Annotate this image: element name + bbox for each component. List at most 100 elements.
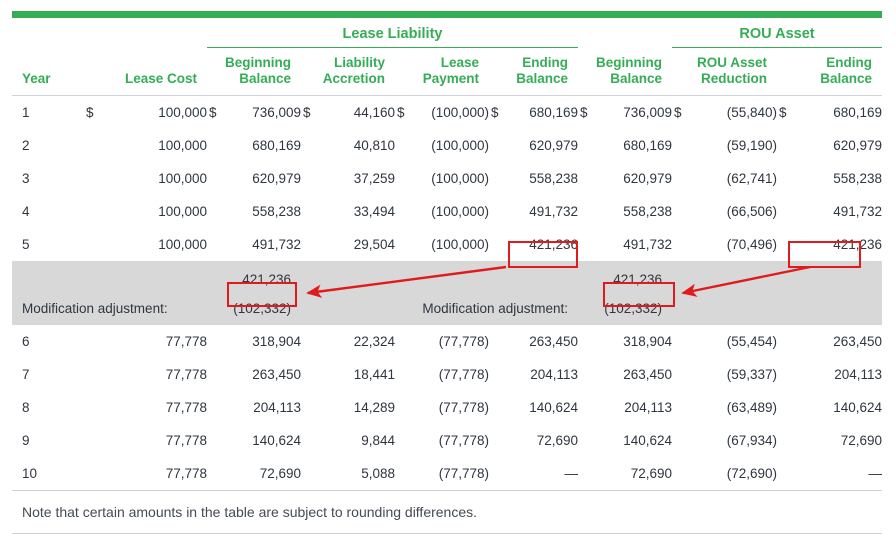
lease-schedule-table: Lease Liability ROU Asset Year Lease Cos… — [12, 20, 882, 534]
col-header-lease-cost-line1: Lease Cost — [124, 70, 197, 86]
cell-lease-payment: (100,000) — [431, 236, 489, 252]
currency-symbol: $ — [397, 104, 405, 120]
col-header-roueb-line2: Balance — [820, 70, 872, 86]
cell-lease-payment: (100,000) — [431, 137, 489, 153]
cell-rou-beginning-balance: 140,624 — [623, 432, 672, 448]
cell-rou-asset-reduction: (55,454) — [726, 333, 777, 349]
cell-rou-ending-balance: — — [777, 456, 882, 491]
cell-liability-accretion: 29,504 — [353, 236, 395, 252]
cell-liability-accretion: 14,289 — [353, 399, 395, 415]
cell-rou-ending-balance: 421,236 — [833, 236, 882, 252]
col-header-roueb-line1: Ending — [826, 55, 872, 70]
cell-ll-ending-balance: $680,169 — [491, 104, 578, 120]
cell-rou-beginning-balance: 491,732 — [623, 236, 672, 252]
cell-liability-accretion: 33,494 — [353, 203, 395, 219]
cell-lease-payment: (100,000) — [431, 203, 489, 219]
col-header-year: Year — [12, 47, 84, 96]
col-header-rou-asset-reduction: ROU Asset Reduction — [672, 47, 777, 96]
cell-year: 8 — [22, 399, 30, 415]
top-green-rule — [12, 11, 882, 18]
cell-ll-ending-balance: 263,450 — [529, 333, 578, 349]
cell-rou-asset-reduction: (63,489) — [726, 399, 777, 415]
cell-year: 1 — [22, 104, 30, 120]
currency-symbol: $ — [491, 104, 499, 120]
cell-lease-payment: (77,778) — [438, 432, 489, 448]
cell-ll-beginning-balance: 620,979 — [252, 170, 301, 186]
cell-year: 10 — [12, 456, 84, 491]
table-row: 5 100,000 491,732 29,504 (100,000) 421,2… — [12, 228, 882, 261]
cell-rou-asset-reduction: (67,934) — [726, 432, 777, 448]
footnote-text: Note that certain amounts in the table a… — [12, 489, 882, 534]
col-header-rou-beginning-balance: Beginning Balance — [578, 47, 672, 96]
cell-ll-beginning-balance: 140,624 — [252, 432, 301, 448]
table-body: 1 $100,000 $736,009 $44,160 $ (100,000) $… — [12, 95, 882, 534]
cell-rou-ending-balance: $680,169 — [779, 104, 882, 120]
group-header-row: Lease Liability ROU Asset — [12, 20, 882, 48]
cell-liability-accretion: 5,088 — [301, 456, 395, 491]
currency-symbol: $ — [86, 104, 94, 120]
mod-liability-adjust: (102,332) — [233, 300, 291, 316]
cell-liability-accretion: 22,324 — [353, 333, 395, 349]
cell-rou-beginning-balance: 204,113 — [624, 399, 672, 415]
cell-liability-accretion: 9,844 — [361, 432, 395, 448]
cell-year: 7 — [22, 366, 30, 382]
cell-rou-asset-reduction: (62,741) — [726, 170, 777, 186]
cell-ll-beginning-balance: 72,690 — [207, 456, 301, 491]
currency-symbol: $ — [209, 104, 217, 120]
group-header-rou-asset: ROU Asset — [672, 20, 882, 48]
cell-liability-accretion: $44,160 — [303, 104, 395, 120]
group-header-gap — [578, 20, 672, 48]
cell-ll-beginning-balance: 204,113 — [253, 399, 301, 415]
cell-rou-asset-reduction: (72,690) — [672, 456, 777, 491]
cell-year: 2 — [22, 137, 30, 153]
col-header-lease-cost: Lease Cost — [84, 47, 207, 96]
group-header-spacer — [12, 20, 207, 48]
col-header-llp-line2: Payment — [422, 70, 479, 86]
col-header-lleb-line2: Balance — [516, 70, 568, 86]
cell-ll-ending-balance: 72,690 — [536, 432, 578, 448]
mod-liability-label-cell: Modification adjustment: — [12, 260, 207, 325]
cell-rou-asset-reduction: $ (55,840) — [674, 104, 777, 120]
col-header-roubb-line2: Balance — [610, 70, 662, 86]
table-row: 10 77,778 72,690 5,088 (77,778) — 72,690… — [12, 456, 882, 491]
col-header-rour-line2: Reduction — [701, 70, 767, 86]
cell-rou-ending-balance: 558,238 — [833, 170, 882, 186]
cell-liability-accretion: 40,810 — [353, 137, 395, 153]
mod-rou-carry: 421,236 — [613, 271, 662, 287]
col-header-llp-line1: Lease — [440, 55, 479, 70]
cell-rou-ending-balance: 204,113 — [834, 366, 882, 382]
cell-rou-beginning-balance: 318,904 — [623, 333, 672, 349]
col-header-lla-line1: Liability — [333, 55, 385, 70]
mod-trailing-cell — [672, 260, 882, 325]
col-header-rou-ending-balance: Ending Balance — [777, 47, 882, 96]
column-header-row: Year Lease Cost Beginning Balance Liabil… — [12, 47, 882, 96]
col-header-ll-beginning-balance: Beginning Balance — [207, 47, 301, 96]
cell-ll-ending-balance: 140,624 — [529, 399, 578, 415]
cell-ll-ending-balance: 421,236 — [529, 236, 578, 252]
cell-year: 9 — [22, 432, 30, 448]
cell-liability-accretion: 18,441 — [353, 366, 395, 382]
col-header-lleb-line1: Ending — [522, 55, 568, 70]
cell-ll-beginning-balance: 558,238 — [252, 203, 301, 219]
cell-lease-payment: (77,778) — [395, 456, 489, 491]
col-header-ll-bb-line1: Beginning — [225, 55, 291, 70]
cell-ll-ending-balance: 558,238 — [529, 170, 578, 186]
table-row: 8 77,778 204,113 14,289 (77,778) 140,624… — [12, 391, 882, 424]
cell-lease-cost: 100,000 — [158, 236, 207, 252]
table-row: 7 77,778 263,450 18,441 (77,778) 204,113… — [12, 358, 882, 391]
cell-rou-ending-balance: 620,979 — [833, 137, 882, 153]
cell-ll-ending-balance: — — [489, 456, 578, 491]
cell-rou-ending-balance: 491,732 — [833, 203, 882, 219]
cell-lease-cost: $100,000 — [86, 104, 207, 120]
mod-liability-label: Modification adjustment: — [22, 300, 168, 316]
mod-liability-carry: 421,236 — [242, 271, 291, 287]
cell-lease-cost: 77,778 — [165, 366, 207, 382]
cell-year: 5 — [22, 236, 30, 252]
mod-rou-label: Modification adjustment: — [422, 300, 568, 316]
col-header-year-line1: Year — [22, 70, 51, 86]
currency-symbol: $ — [580, 104, 588, 120]
cell-liability-accretion: 37,259 — [353, 170, 395, 186]
cell-ll-beginning-balance: 491,732 — [252, 236, 301, 252]
cell-ll-ending-balance: 491,732 — [529, 203, 578, 219]
currency-symbol: $ — [674, 104, 682, 120]
